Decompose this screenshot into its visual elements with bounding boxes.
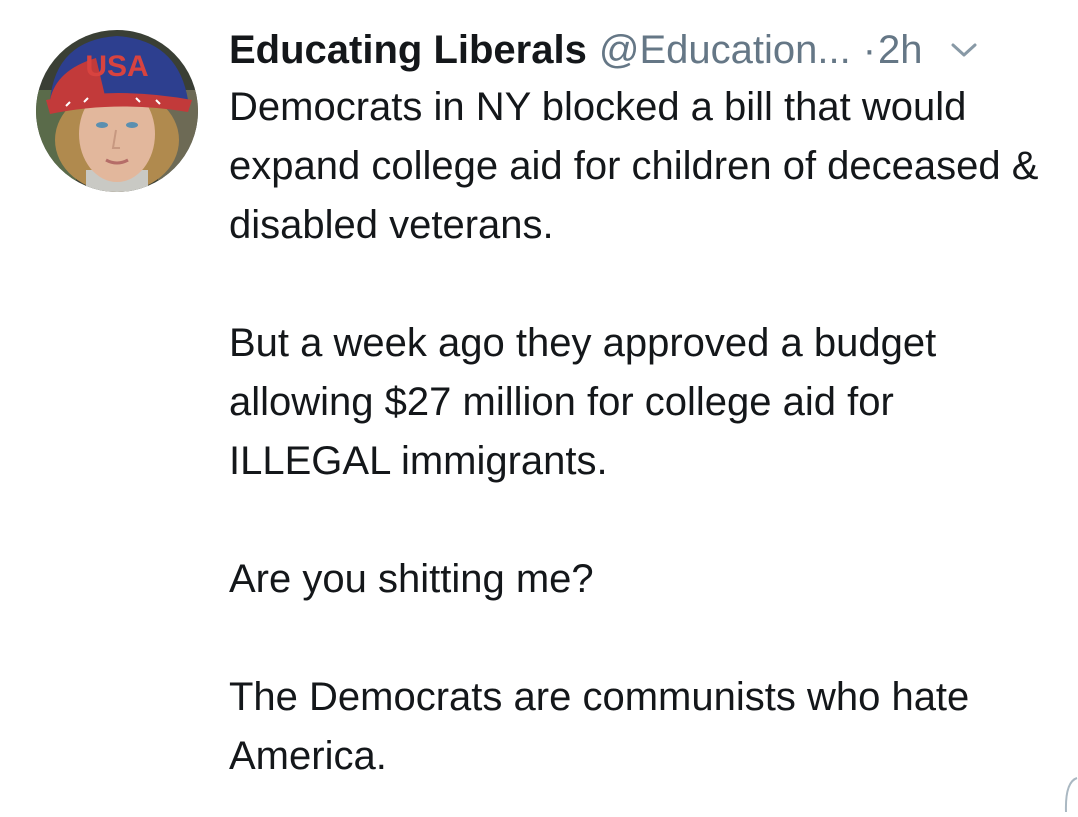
avatar-image: USA	[36, 30, 198, 192]
tweet-paragraph: The Democrats are communists who hate Am…	[229, 675, 970, 778]
tweet-paragraph: Are you shitting me?	[229, 557, 594, 601]
timestamp[interactable]: 2h	[878, 28, 923, 73]
separator-dot: ·	[862, 27, 877, 72]
user-handle[interactable]: @Education...	[599, 28, 851, 73]
corner-edge-icon	[1062, 776, 1078, 813]
tweet-paragraph: But a week ago they approved a budget al…	[229, 321, 937, 483]
avatar[interactable]: USA	[36, 30, 198, 192]
tweet[interactable]: USA Educating Liberals @Education... · 2…	[0, 0, 1078, 813]
display-name[interactable]: Educating Liberals	[229, 28, 587, 73]
tweet-header: Educating Liberals @Education... · 2h	[229, 22, 1059, 78]
tweet-paragraph: Democrats in NY blocked a bill that woul…	[229, 85, 1039, 247]
avatar-hat-text: USA	[85, 50, 148, 83]
tweet-text: Democrats in NY blocked a bill that woul…	[229, 78, 1049, 786]
chevron-down-icon[interactable]	[947, 33, 981, 67]
